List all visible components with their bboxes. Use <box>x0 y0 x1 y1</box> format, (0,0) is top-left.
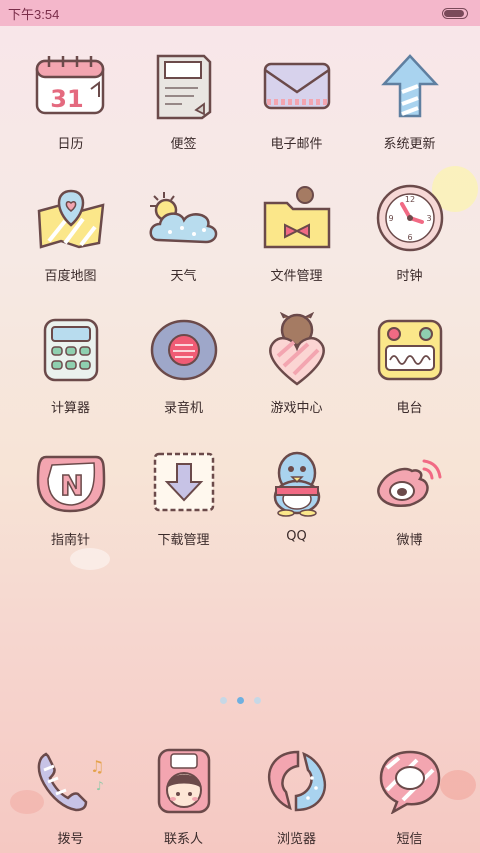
app-notes[interactable]: 便签 <box>127 45 240 155</box>
download-icon <box>143 441 225 523</box>
message-icon <box>369 740 451 822</box>
status-time: 下午3:54 <box>8 6 60 22</box>
app-label: 电子邮件 <box>270 137 323 152</box>
heart-bear-icon <box>256 309 338 391</box>
svg-text:9: 9 <box>388 214 393 223</box>
page-dot[interactable] <box>219 697 227 704</box>
app-label: 便签 <box>170 137 197 152</box>
contacts-icon <box>143 740 225 822</box>
app-compass[interactable]: N 指南针 <box>14 441 127 551</box>
app-label: 指南针 <box>50 533 90 548</box>
app-recorder[interactable]: 录音机 <box>127 309 240 419</box>
app-label: 联系人 <box>163 832 203 847</box>
folder-icon <box>256 177 338 259</box>
clock-icon: 12 3 6 9 <box>369 177 451 259</box>
app-label: 录音机 <box>163 401 203 416</box>
page-indicator[interactable] <box>0 697 480 704</box>
app-label: 文件管理 <box>270 269 323 284</box>
weibo-icon <box>369 441 451 523</box>
page-dot[interactable] <box>253 697 261 704</box>
app-label: 百度地图 <box>44 269 97 284</box>
app-grid: 31 日历 便签 电子邮件 系统更新 百度地图 天气 文件管理 12 3 6 9… <box>0 45 480 551</box>
battery-icon <box>442 7 468 19</box>
app-map[interactable]: 百度地图 <box>14 177 127 287</box>
app-files[interactable]: 文件管理 <box>240 177 353 287</box>
dock-browser[interactable]: 浏览器 <box>240 740 353 850</box>
page-dot[interactable] <box>236 697 244 704</box>
up-arrow-icon <box>369 45 451 127</box>
app-label: 浏览器 <box>276 832 316 847</box>
app-weibo[interactable]: 微博 <box>353 441 466 551</box>
app-qq[interactable]: QQ <box>240 441 353 551</box>
cloud-blob <box>70 548 110 570</box>
app-label: 短信 <box>396 832 423 847</box>
app-label: 拨号 <box>57 832 84 847</box>
browser-icon <box>256 740 338 822</box>
calendar-day: 31 <box>50 85 83 113</box>
envelope-icon <box>256 45 338 127</box>
app-label: 微博 <box>396 533 423 548</box>
radio-icon <box>369 309 451 391</box>
svg-text:♪: ♪ <box>96 779 104 793</box>
app-calendar[interactable]: 31 日历 <box>14 45 127 155</box>
svg-text:N: N <box>60 469 83 502</box>
app-update[interactable]: 系统更新 <box>353 45 466 155</box>
dock-dialer[interactable]: ♫ ♪ 拨号 <box>14 740 127 850</box>
app-label: 时钟 <box>396 269 423 284</box>
app-radio[interactable]: 电台 <box>353 309 466 419</box>
app-label: QQ <box>286 529 307 544</box>
calendar-icon: 31 <box>30 45 112 127</box>
penguin-icon <box>256 441 338 523</box>
svg-text:3: 3 <box>426 214 431 223</box>
map-pin-icon <box>30 177 112 259</box>
svg-text:12: 12 <box>404 195 414 204</box>
app-label: 日历 <box>57 137 84 152</box>
notes-icon <box>143 45 225 127</box>
app-label: 计算器 <box>50 401 90 416</box>
app-weather[interactable]: 天气 <box>127 177 240 287</box>
phone-icon: ♫ ♪ <box>30 740 112 822</box>
compass-icon: N <box>30 441 112 523</box>
svg-text:6: 6 <box>407 233 412 242</box>
weather-icon <box>143 177 225 259</box>
dock-contacts[interactable]: 联系人 <box>127 740 240 850</box>
app-label: 电台 <box>396 401 423 416</box>
recorder-icon <box>143 309 225 391</box>
app-download[interactable]: 下载管理 <box>127 441 240 551</box>
app-clock[interactable]: 12 3 6 9 时钟 <box>353 177 466 287</box>
app-label: 下载管理 <box>157 533 210 548</box>
battery-level <box>444 9 464 17</box>
app-email[interactable]: 电子邮件 <box>240 45 353 155</box>
app-calculator[interactable]: 计算器 <box>14 309 127 419</box>
status-bar: 下午3:54 <box>0 0 480 26</box>
calculator-icon <box>30 309 112 391</box>
dock: ♫ ♪ 拨号 联系人 浏览器 短信 <box>0 740 480 850</box>
dock-sms[interactable]: 短信 <box>353 740 466 850</box>
app-label: 天气 <box>170 269 197 284</box>
app-label: 游戏中心 <box>270 401 323 416</box>
app-game-center[interactable]: 游戏中心 <box>240 309 353 419</box>
app-label: 系统更新 <box>383 137 436 152</box>
svg-text:♫: ♫ <box>90 757 104 776</box>
